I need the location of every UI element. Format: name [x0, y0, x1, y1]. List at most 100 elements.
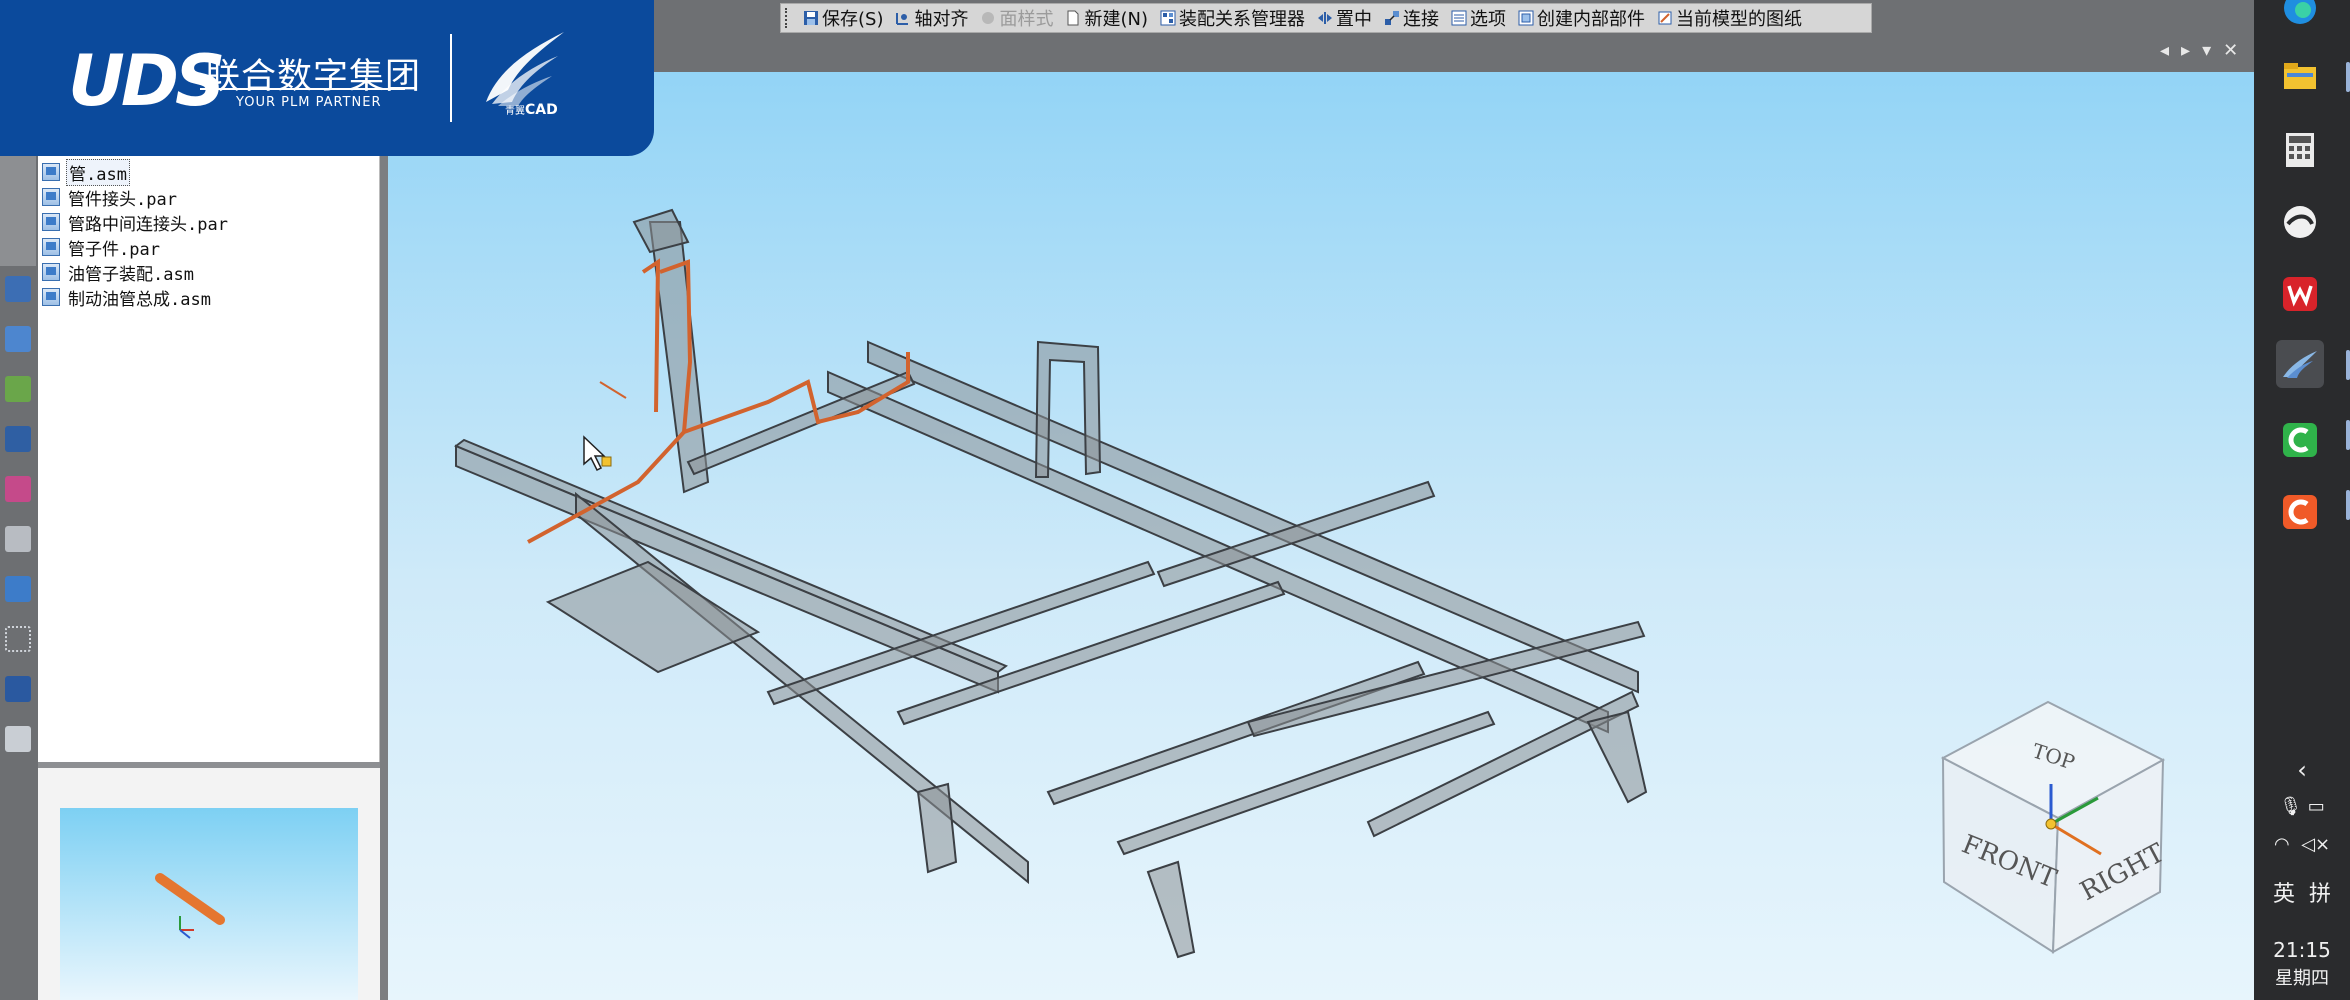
options-icon — [1451, 10, 1467, 26]
face-style-button[interactable]: 面样式 — [974, 5, 1059, 31]
tree-item[interactable]: 管.asm — [42, 158, 130, 186]
tray-network-row: ◠ ◁× — [2254, 834, 2350, 855]
save-icon — [804, 11, 818, 25]
tree-item[interactable]: 管子件.par — [42, 235, 162, 260]
part-file-icon — [42, 213, 60, 231]
part-preview-panel — [38, 768, 380, 1000]
dropdown-icon[interactable]: ▾ — [2202, 40, 2211, 61]
battery-icon[interactable]: ▭ — [2308, 796, 2325, 817]
logo-divider — [450, 34, 452, 122]
file-explorer-icon[interactable] — [2276, 52, 2324, 100]
logo-uds-text: UDS — [68, 40, 225, 122]
qingyi-cad-icon[interactable] — [2276, 340, 2324, 388]
part-file-icon — [42, 238, 60, 256]
camtasia-green-icon[interactable] — [2276, 416, 2324, 464]
wps-office-icon[interactable] — [2276, 270, 2324, 318]
save-button[interactable]: 保存(S) — [797, 5, 889, 31]
tree-item-label: 制动油管总成.asm — [68, 289, 211, 310]
drawing-icon — [1658, 11, 1672, 25]
dots-icon[interactable] — [5, 626, 31, 652]
layers-icon[interactable] — [5, 376, 31, 402]
volume-muted-icon[interactable]: ◁× — [2301, 834, 2330, 855]
tree-item-label: 管件接头.par — [68, 189, 177, 210]
clock-weekday[interactable]: 星期四 — [2254, 964, 2350, 990]
edge-browser-icon[interactable] — [2276, 0, 2324, 32]
pipe — [641, 258, 661, 413]
connect-icon — [1385, 11, 1399, 25]
logo-company-name: 联合数字集团 — [205, 57, 422, 97]
chassis-model[interactable]: TOP FRONT RIGHT — [388, 72, 2254, 1000]
create-part-icon — [1518, 10, 1534, 26]
windows-taskbar: ‹ 🎙 ▭ ◠ ◁× 英 拼 21:15 星期四 — [2254, 0, 2350, 1000]
assembly-tree-panel: 管.asm 管件接头.par 管路中间连接头.par 管子件.par 油管子装配… — [38, 156, 380, 762]
3d-viewport[interactable]: TOP FRONT RIGHT — [388, 72, 2254, 1000]
prev-window-icon[interactable]: ◂ — [2160, 40, 2169, 61]
tree-item[interactable]: 管路中间连接头.par — [42, 210, 230, 235]
settings-icon[interactable] — [5, 676, 31, 702]
logo-product-name: CAD — [525, 102, 558, 118]
comment-icon[interactable] — [5, 726, 31, 752]
connect-label: 连接 — [1403, 9, 1439, 30]
assembly-tree-icon[interactable] — [5, 276, 31, 302]
camtasia-orange-icon[interactable] — [2276, 488, 2324, 536]
center-button[interactable]: 置中 — [1311, 5, 1378, 31]
face-style-label: 面样式 — [999, 9, 1054, 30]
browser-app-icon[interactable] — [2276, 198, 2324, 246]
ime-indicator: 英 拼 — [2254, 876, 2350, 908]
wrench-icon[interactable] — [5, 526, 31, 552]
tree-item[interactable]: 管件接头.par — [42, 185, 179, 210]
tree-item-label: 管路中间连接头.par — [68, 214, 228, 235]
cursor-snap-marker — [601, 456, 612, 467]
logo-product-prefix: 青翼 — [505, 106, 525, 117]
tray-chevron-icon[interactable]: ‹ — [2254, 756, 2350, 784]
cad-application: UDS 联合数字集团 YOUR PLM PARTNER 青翼CAD 保存(S) … — [0, 0, 2350, 1000]
tree-item-label: 管子件.par — [68, 239, 160, 260]
cross-member — [1046, 660, 1426, 806]
logo-tagline: YOUR PLM PARTNER — [236, 95, 382, 110]
logo-underline — [200, 88, 405, 90]
center-label: 置中 — [1336, 9, 1372, 30]
app-running-indicator — [2346, 420, 2350, 450]
app-running-indicator — [2346, 62, 2350, 92]
microphone-icon[interactable]: 🎙 — [2279, 796, 2302, 817]
new-button[interactable]: 新建(N) — [1059, 5, 1154, 31]
cross-member — [1116, 710, 1496, 856]
ime-mode[interactable]: 拼 — [2309, 882, 2331, 907]
tree-item[interactable]: 制动油管总成.asm — [42, 285, 213, 310]
part-file-icon — [42, 188, 60, 206]
assembly-file-icon — [42, 263, 60, 281]
camera-icon[interactable] — [5, 576, 31, 602]
new-doc-icon — [1067, 10, 1079, 26]
assembly-manager-button[interactable]: 装配关系管理器 — [1154, 5, 1311, 31]
drawing-button[interactable]: 当前模型的图纸 — [1651, 5, 1808, 31]
create-part-button[interactable]: 创建内部部件 — [1512, 5, 1651, 31]
axis-align-label: 轴对齐 — [914, 9, 969, 30]
tree-item[interactable]: 油管子装配.asm — [42, 260, 196, 285]
connect-button[interactable]: 连接 — [1378, 5, 1445, 31]
options-button[interactable]: 选项 — [1445, 5, 1512, 31]
components-icon[interactable] — [5, 426, 31, 452]
round-tube — [1366, 690, 1640, 838]
app-running-indicator — [2346, 350, 2350, 380]
panel-splitter[interactable] — [380, 156, 388, 1000]
wifi-icon[interactable]: ◠ — [2274, 834, 2290, 855]
brand-logo-panel: UDS 联合数字集团 YOUR PLM PARTNER 青翼CAD — [0, 0, 654, 156]
next-window-icon[interactable]: ▸ — [2181, 40, 2190, 61]
right-rail — [867, 340, 1639, 694]
preview-viewport — [60, 808, 358, 1000]
view-cube[interactable]: TOP FRONT RIGHT — [1940, 700, 2170, 954]
preview-pipe — [155, 873, 225, 925]
close-icon[interactable]: ✕ — [2223, 40, 2238, 61]
help-icon[interactable] — [5, 326, 31, 352]
cross-member — [766, 560, 1156, 706]
color-icon[interactable] — [5, 476, 31, 502]
clock-time[interactable]: 21:15 — [2254, 938, 2350, 962]
toolbar-grip[interactable] — [785, 8, 791, 28]
ime-language[interactable]: 英 — [2273, 882, 2295, 907]
assembly-file-icon — [42, 163, 60, 181]
axis-align-button[interactable]: 轴对齐 — [889, 5, 974, 31]
tray-status-icons: 🎙 ▭ — [2254, 796, 2350, 817]
left-tool-strip — [0, 156, 38, 1000]
options-label: 选项 — [1470, 9, 1506, 30]
calculator-icon[interactable] — [2276, 126, 2324, 174]
